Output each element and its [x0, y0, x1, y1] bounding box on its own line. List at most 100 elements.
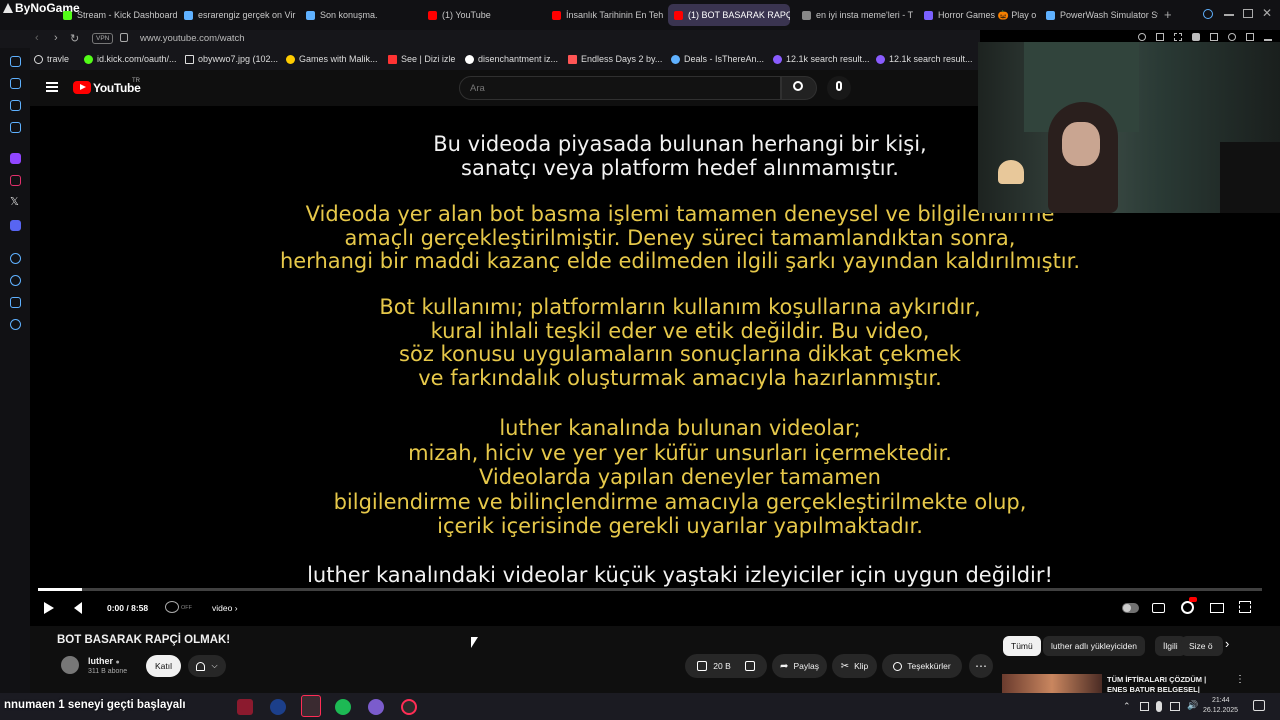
voice-search-button[interactable]	[827, 76, 851, 100]
chip-all[interactable]: Tümü	[1003, 636, 1041, 656]
tray-volume-icon[interactable]: 🔊	[1187, 700, 1198, 711]
play-icon[interactable]	[44, 602, 54, 614]
settings-icon[interactable]	[1181, 601, 1194, 614]
theater-mode-icon[interactable]	[1210, 603, 1224, 613]
clock[interactable]: 21:44	[1212, 697, 1230, 704]
tab-son-konusma[interactable]: Son konuşma.	[300, 4, 418, 26]
pin-icon[interactable]	[1156, 33, 1164, 41]
subtitles-icon[interactable]	[1152, 603, 1165, 613]
tray-mic-icon[interactable]	[1156, 701, 1162, 712]
tab-powerwash[interactable]: PowerWash Simulator Sto	[1040, 4, 1158, 26]
search-button[interactable]	[781, 76, 817, 100]
tray-network-icon[interactable]	[1170, 702, 1180, 711]
chapter-label[interactable]: video ›	[212, 603, 238, 613]
shield-icon[interactable]	[1192, 33, 1200, 41]
more-vert-icon[interactable]: ⋮	[1235, 674, 1245, 685]
sidebar-twitch-icon[interactable]	[10, 153, 21, 164]
fullscreen-icon[interactable]	[1239, 601, 1251, 613]
avatar[interactable]	[61, 656, 79, 674]
search-box[interactable]	[459, 76, 781, 100]
sidebar-home-icon[interactable]	[10, 56, 21, 67]
stable-volume-icon[interactable]	[165, 601, 179, 613]
search-input[interactable]	[470, 81, 770, 95]
reload-icon[interactable]: ↻	[70, 32, 79, 45]
thanks-button[interactable]: Teşekkürler	[882, 654, 962, 678]
bookmark-label: 12.1k search result...	[786, 54, 870, 64]
sidebar-clock-icon[interactable]	[10, 275, 21, 286]
maximize-icon[interactable]	[1243, 9, 1253, 18]
download-icon[interactable]	[1264, 33, 1272, 41]
chevron-right-icon[interactable]: ›	[1225, 636, 1229, 651]
date[interactable]: 26.12.2025	[1203, 707, 1238, 714]
recommended-thumbnail[interactable]	[1002, 674, 1102, 693]
sidebar-history-icon[interactable]	[10, 253, 21, 264]
more-actions-button[interactable]: ⋯	[969, 654, 993, 678]
sidebar-instagram-icon[interactable]	[10, 175, 21, 186]
sidebar-discord-icon[interactable]	[10, 220, 21, 231]
taskbar-app-icon[interactable]	[270, 699, 286, 715]
url-field[interactable]: www.youtube.com/watch	[140, 33, 245, 44]
like-icon[interactable]	[697, 661, 708, 671]
zoom-icon[interactable]	[1138, 33, 1146, 41]
back-icon[interactable]: ‹	[35, 32, 39, 44]
vpn-badge[interactable]: VPN	[92, 33, 114, 44]
screenshot-icon[interactable]	[1174, 33, 1182, 41]
sidebar-bag-icon[interactable]	[10, 78, 21, 89]
extensions-icon[interactable]	[1246, 33, 1254, 41]
notification-button[interactable]: ⌵	[188, 655, 226, 677]
taskbar-app-icon[interactable]	[401, 699, 417, 715]
tray-icon[interactable]	[1140, 702, 1149, 711]
bookmark-isthereany[interactable]: Deals - IsThereAn...	[671, 51, 764, 67]
notification-center-icon[interactable]	[1253, 700, 1265, 711]
share-button[interactable]: ➦ Paylaş	[772, 654, 827, 678]
chip-from-uploader[interactable]: luther adlı yükleyiciden	[1043, 636, 1145, 656]
streamer-webcam-overlay	[978, 42, 1280, 213]
autoplay-toggle[interactable]	[1122, 603, 1139, 613]
taskbar-app-icon[interactable]	[368, 699, 384, 715]
tab-youtube[interactable]: (1) YouTube	[422, 4, 540, 26]
forward-icon[interactable]: ›	[54, 32, 58, 44]
taskbar-app-icon[interactable]	[301, 695, 321, 717]
spotify-icon[interactable]	[335, 699, 351, 715]
tab-kick-dashboard[interactable]: Stream - Kick Dashboard	[57, 4, 177, 26]
sidebar-messenger-icon[interactable]	[10, 100, 21, 111]
youtube-logo-icon[interactable]	[73, 81, 91, 94]
bookmark-label: Games with Malik...	[299, 54, 378, 64]
bookmark-obywwo7[interactable]: obywwo7.jpg (102...	[185, 51, 278, 67]
clip-button[interactable]: ✂ Klip	[832, 654, 877, 678]
tab-insanlik-tarihi[interactable]: İnsanlık Tarihinin En Teh	[546, 4, 664, 26]
volume-icon[interactable]	[74, 601, 88, 615]
recommended-title-line[interactable]: TÜM İFTİRALARI ÇÖZDÜM |	[1107, 675, 1206, 684]
bookmark-dizi-izle[interactable]: See | Dizi izle	[388, 51, 455, 67]
chip-for-you[interactable]: Size ö	[1181, 636, 1223, 656]
tray-chevron-icon[interactable]: ⌃	[1123, 701, 1131, 712]
new-tab-icon[interactable]: +	[1164, 7, 1172, 22]
channel-name[interactable]: luther ●	[88, 656, 120, 666]
bookmark-endless-days[interactable]: Endless Days 2 by...	[568, 51, 662, 67]
bookmark-games-with-malik[interactable]: Games with Malik...	[286, 51, 378, 67]
progress-bar[interactable]	[38, 588, 1262, 591]
heart-icon[interactable]	[1228, 33, 1236, 41]
tab-horror-games[interactable]: Horror Games 🎃 Play o	[918, 4, 1036, 26]
tab-insta-meme[interactable]: en iyi insta meme'leri - T	[796, 4, 914, 26]
sidebar-x-icon[interactable]: 𝕏	[10, 195, 19, 208]
sidebar-settings-icon[interactable]	[10, 319, 21, 330]
close-window-icon[interactable]: ✕	[1262, 6, 1272, 20]
bookmark-kick-oauth[interactable]: id.kick.com/oauth/...	[84, 51, 177, 67]
taskbar-app-icon[interactable]	[237, 699, 253, 715]
tab-vir[interactable]: esrarengiz gerçek on Vir	[178, 4, 296, 26]
search-tabs-icon[interactable]	[1203, 9, 1213, 19]
dislike-icon[interactable]	[744, 661, 755, 671]
sidebar-extension-icon[interactable]	[10, 297, 21, 308]
like-count[interactable]: 20 B	[713, 661, 731, 671]
cast-icon[interactable]	[1210, 33, 1218, 41]
bookmark-search-results-1[interactable]: 12.1k search result...	[773, 51, 870, 67]
sidebar-m-icon[interactable]	[10, 122, 21, 133]
menu-icon[interactable]	[46, 82, 58, 92]
minimize-icon[interactable]	[1224, 14, 1234, 16]
bookmark-disenchantment[interactable]: disenchantment iz...	[465, 51, 558, 67]
join-button[interactable]: Katıl	[146, 655, 181, 677]
bookmark-search-results-2[interactable]: 12.1k search result...	[876, 51, 973, 67]
tab-bot-basarak-rapci[interactable]: (1) BOT BASARAK RAPÇİ	[668, 4, 790, 26]
bookmark-travle[interactable]: travle	[34, 51, 69, 67]
